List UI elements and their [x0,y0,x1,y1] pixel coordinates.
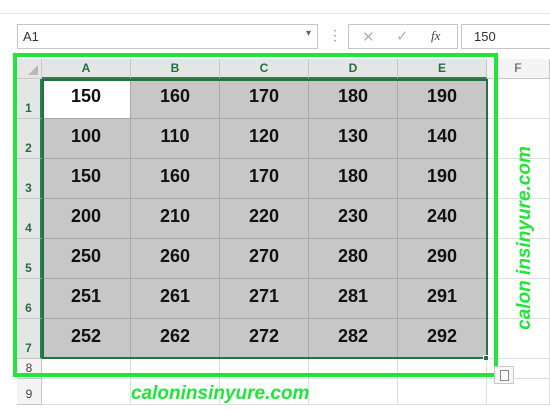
paste-options-icon[interactable] [494,366,514,384]
formula-value: 150 [474,29,496,44]
column-header-a[interactable]: A [42,59,131,79]
row-header-5[interactable]: 5 [17,239,42,279]
row-header-2[interactable]: 2 [17,119,42,159]
cell-empty[interactable] [42,379,131,405]
row-header-3[interactable]: 3 [17,159,42,199]
cell-empty[interactable] [131,359,220,379]
more-dots-icon[interactable]: ⋮ [328,28,342,42]
column-header-c[interactable]: C [220,59,309,79]
row-header-8[interactable]: 8 [17,359,42,379]
cell-empty[interactable] [42,359,131,379]
cell-empty[interactable] [398,379,487,405]
row-header-7[interactable]: 7 [17,319,42,359]
chevron-down-icon[interactable]: ▾ [306,28,311,39]
fill-handle[interactable] [483,355,489,361]
cell-empty[interactable] [309,379,398,405]
cell-empty[interactable] [220,359,309,379]
watermark-side: calon insinyure.com [514,146,535,330]
formula-buttons: ✕ ✓ fx [348,24,458,49]
cell-empty[interactable] [398,359,487,379]
column-header-f[interactable]: F [487,59,550,79]
row-header-6[interactable]: 6 [17,279,42,319]
cell-empty[interactable] [487,79,550,119]
selection-border [42,79,488,359]
formula-input[interactable]: 150 [461,24,550,49]
select-all-corner[interactable] [17,59,42,79]
cancel-icon[interactable]: ✕ [362,28,375,46]
column-header-b[interactable]: B [131,59,220,79]
insert-function-icon[interactable]: fx [431,28,440,44]
cell-empty[interactable] [309,359,398,379]
row-header-1[interactable]: 1 [17,79,42,119]
row-header-4[interactable]: 4 [17,199,42,239]
name-box[interactable]: A1 ▾ [17,24,318,49]
enter-check-icon[interactable]: ✓ [396,27,409,45]
name-box-value: A1 [23,29,39,44]
ribbon-edge [0,0,550,14]
column-header-e[interactable]: E [398,59,487,79]
row-header-9[interactable]: 9 [17,379,42,405]
watermark-bottom: caloninsinyure.com [131,383,310,404]
column-header-d[interactable]: D [309,59,398,79]
